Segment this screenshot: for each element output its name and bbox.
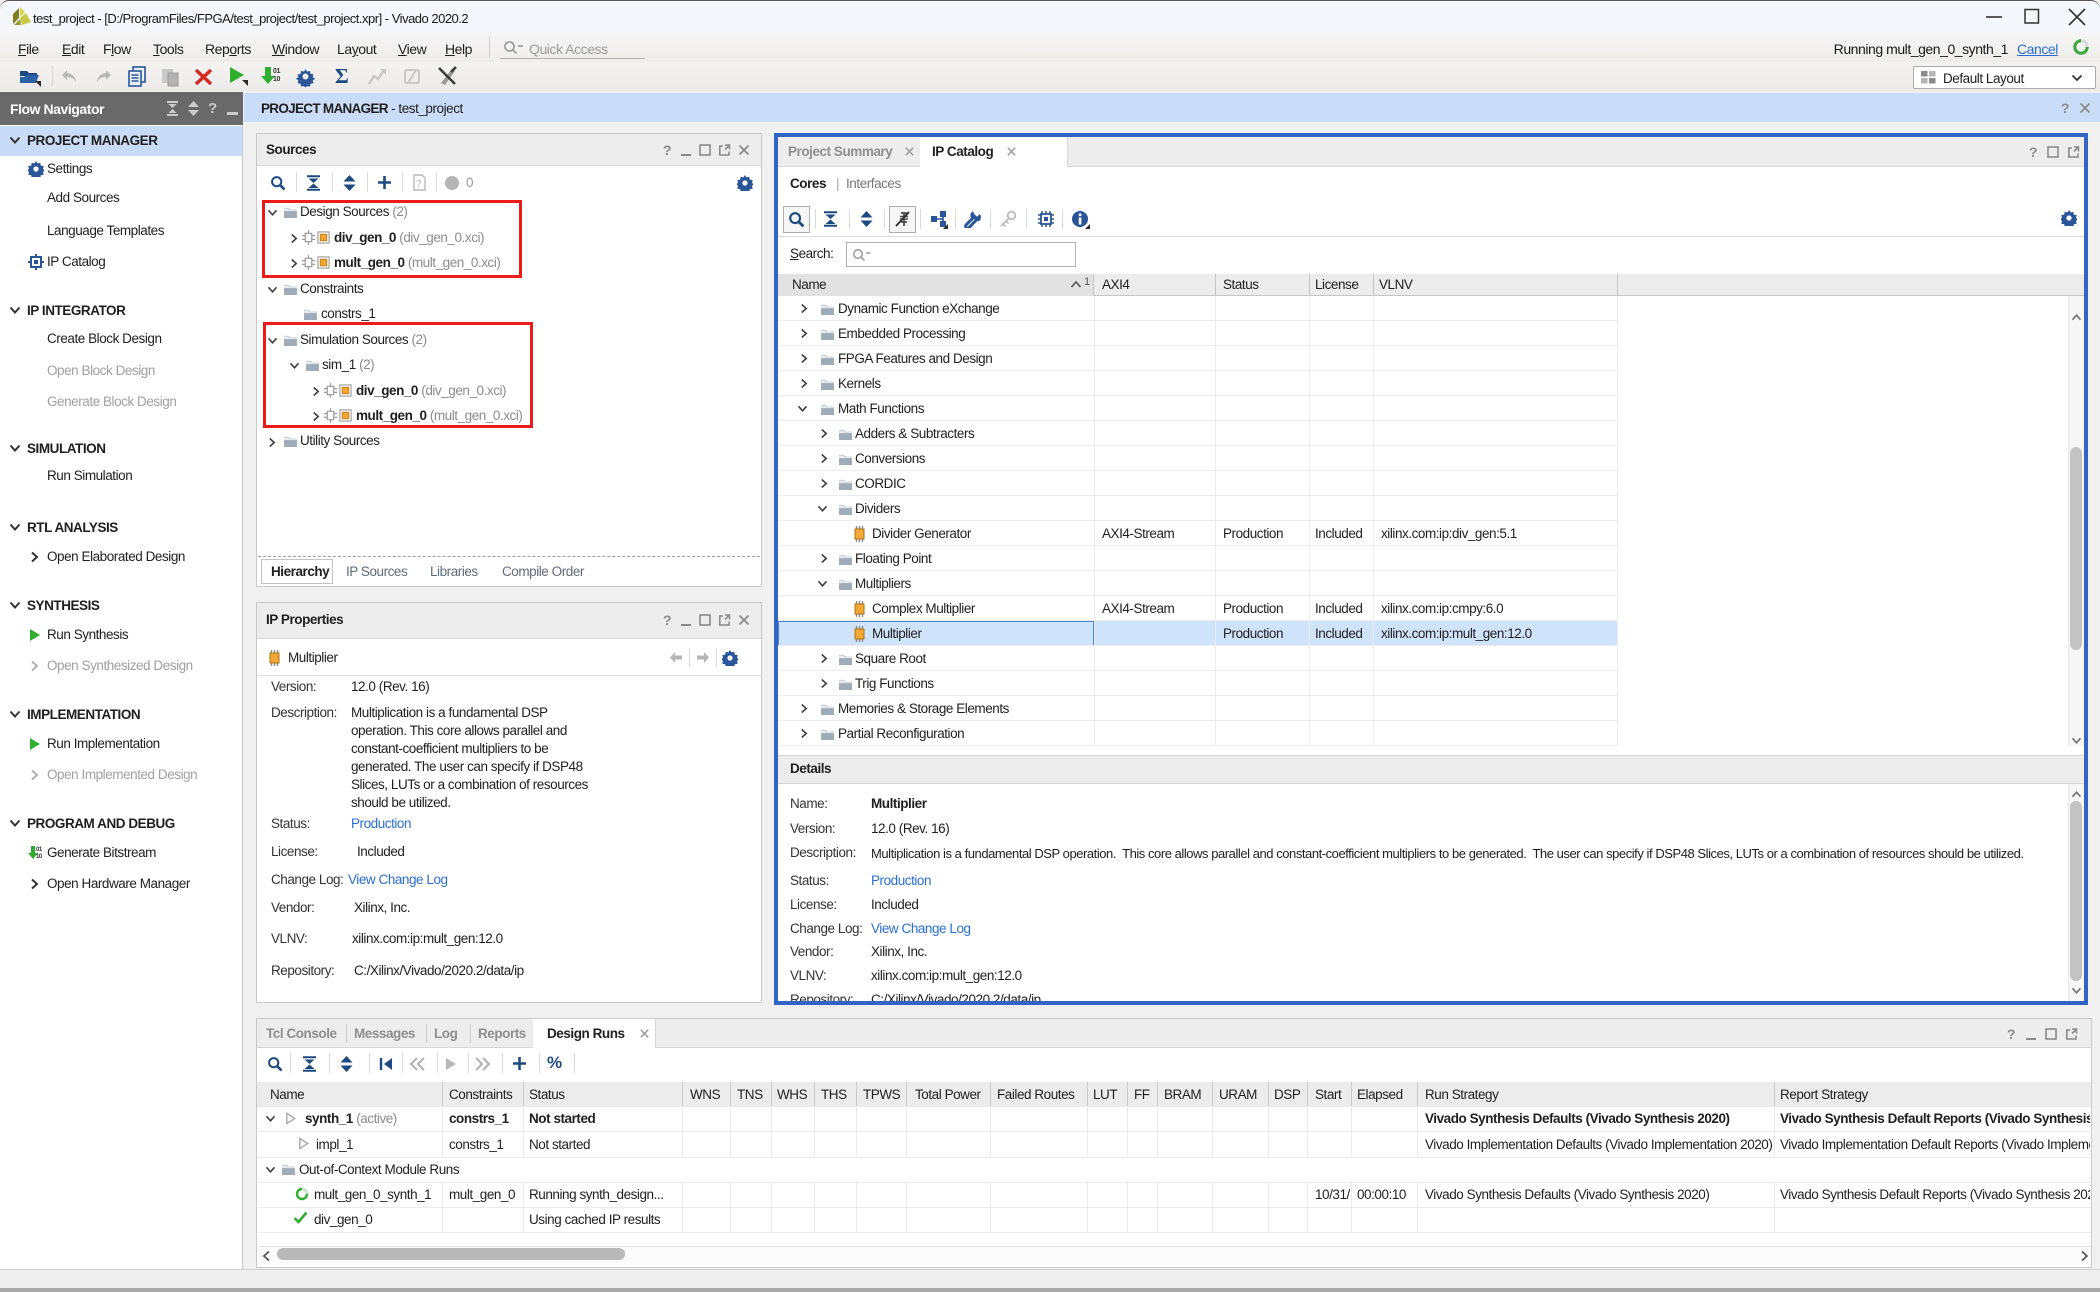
svg-text:?: ? bbox=[416, 179, 422, 190]
svg-text:01: 01 bbox=[36, 847, 43, 853]
svg-text:10: 10 bbox=[36, 854, 43, 860]
svg-text:01: 01 bbox=[273, 68, 280, 75]
svg-text:Σ: Σ bbox=[335, 64, 348, 87]
svg-text:10: 10 bbox=[273, 76, 280, 83]
